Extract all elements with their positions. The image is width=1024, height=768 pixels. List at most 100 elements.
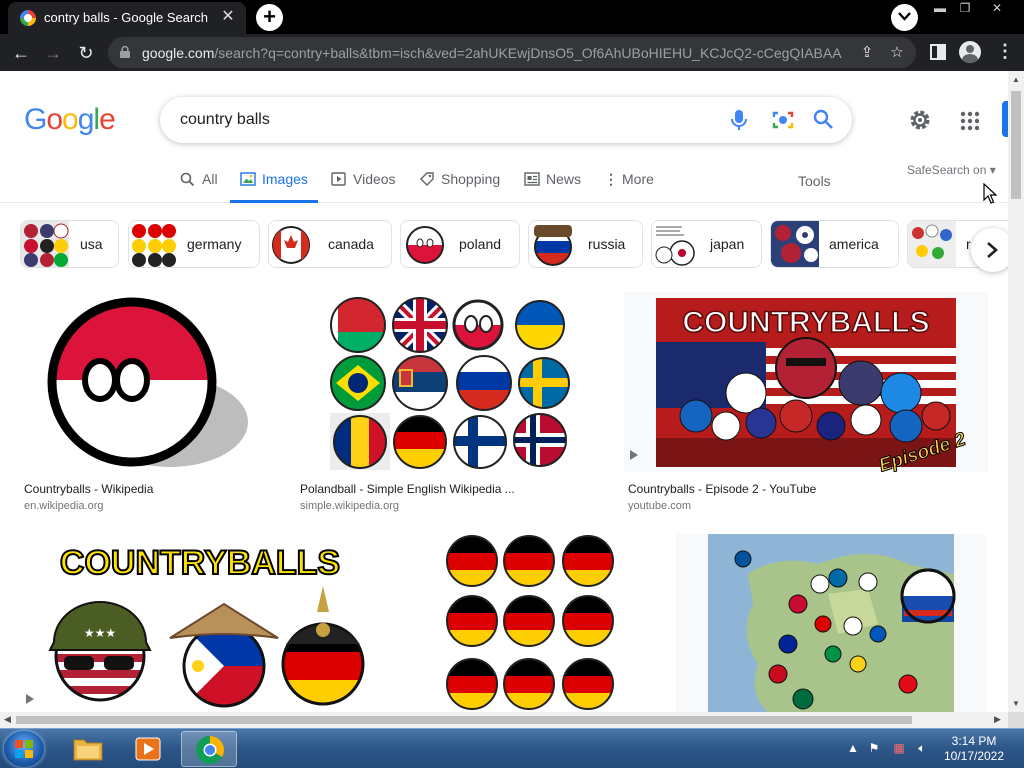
- restore-icon[interactable]: ❐: [951, 0, 979, 18]
- countryballs-banner-image: COUNTRYBALLS ★★★: [20, 534, 382, 712]
- safesearch-button[interactable]: SafeSearch on ▾: [907, 163, 996, 177]
- image-result-6[interactable]: [676, 534, 986, 712]
- chip-canada[interactable]: canada: [268, 220, 392, 268]
- chip-america[interactable]: america: [770, 220, 899, 268]
- google-images-page: Google country balls All Images Videos S…: [0, 71, 1008, 712]
- tab-videos[interactable]: Videos: [331, 171, 396, 203]
- result-title[interactable]: Polandball - Simple English Wikipedia ..…: [300, 482, 515, 496]
- system-clock[interactable]: 3:14 PM 10/17/2022: [935, 734, 1013, 764]
- result-thumbnail[interactable]: [402, 534, 656, 712]
- tab-more[interactable]: ⋮ More: [604, 171, 654, 203]
- chip-japan[interactable]: japan: [651, 220, 762, 268]
- side-panel-icon[interactable]: [928, 42, 948, 62]
- chip-label: germany: [187, 236, 242, 252]
- mouse-pointer-icon: [983, 183, 997, 204]
- country-balls-grid-image: [296, 292, 604, 472]
- result-source[interactable]: en.wikipedia.org: [24, 500, 104, 512]
- image-result-4[interactable]: COUNTRYBALLS ★★★: [20, 534, 382, 712]
- back-arrow-icon[interactable]: ←: [8, 40, 34, 66]
- vertical-scrollbar[interactable]: ▲ ▼: [1008, 71, 1024, 712]
- file-explorer-icon: [73, 739, 103, 761]
- dropdown-arrow-icon: ▾: [989, 163, 996, 177]
- chip-thumbnail: [269, 221, 317, 267]
- taskbar-chrome[interactable]: [181, 731, 237, 767]
- taskbar-explorer[interactable]: [60, 731, 116, 767]
- browser-menu-icon[interactable]: ⋮: [996, 41, 1014, 63]
- chip-poland[interactable]: poland: [400, 220, 520, 268]
- video-play-icon: [331, 172, 346, 186]
- episode-title-text: COUNTRYBALLS: [682, 306, 929, 339]
- reload-icon[interactable]: ↻: [73, 40, 99, 66]
- helmet-stars-icon: ★★★: [84, 626, 116, 640]
- tab-images[interactable]: Images: [230, 171, 318, 203]
- tag-icon: [420, 172, 434, 186]
- chrome-icon: [196, 736, 224, 764]
- image-result-2[interactable]: Polandball - Simple English Wikipedia ..…: [296, 292, 604, 517]
- bookmark-star-icon[interactable]: ☆: [888, 44, 906, 62]
- chip-thumbnail: [129, 221, 177, 267]
- horizontal-scrollbar[interactable]: ◀ ▶: [0, 712, 1008, 728]
- network-icon[interactable]: ▦: [891, 741, 907, 757]
- result-title[interactable]: Countryballs - Wikipedia: [24, 482, 153, 496]
- chip-usa[interactable]: usa: [20, 220, 119, 268]
- result-thumbnail[interactable]: [676, 534, 986, 712]
- result-title[interactable]: Countryballs - Episode 2 - YouTube: [628, 482, 816, 496]
- tab-news[interactable]: News: [524, 171, 581, 203]
- start-button[interactable]: [4, 731, 44, 767]
- image-result-3[interactable]: COUNTRYBALLS Episode 2 Countryballs - Ep…: [624, 292, 988, 517]
- taskbar-media-player[interactable]: [120, 731, 176, 767]
- microphone-icon[interactable]: [730, 109, 748, 131]
- scroll-left-arrow-icon[interactable]: ◀: [4, 714, 11, 725]
- chip-thumbnail: [21, 221, 69, 267]
- chips-next-button[interactable]: [971, 228, 1008, 272]
- tab-search-button[interactable]: [891, 4, 918, 31]
- close-window-icon[interactable]: ✕: [983, 0, 1011, 18]
- result-thumbnail[interactable]: [20, 292, 276, 472]
- banner-text: COUNTRYBALLS: [60, 544, 340, 582]
- tab-all[interactable]: All: [180, 171, 218, 203]
- minimize-icon[interactable]: ▬: [926, 0, 954, 18]
- browser-tab[interactable]: contry balls - Google Search ✕: [8, 2, 246, 34]
- result-source[interactable]: simple.wikipedia.org: [300, 500, 399, 512]
- image-result-5[interactable]: [402, 534, 656, 712]
- scroll-down-arrow-icon[interactable]: ▼: [1012, 699, 1020, 708]
- volume-icon[interactable]: 🔈︎: [914, 741, 930, 757]
- google-logo[interactable]: Google: [24, 103, 116, 137]
- windows-logo-icon: [15, 740, 33, 758]
- search-input[interactable]: country balls: [180, 111, 270, 129]
- action-center-icon[interactable]: ⚑: [866, 741, 882, 757]
- result-thumbnail[interactable]: [296, 292, 604, 472]
- camera-lens-icon[interactable]: [772, 109, 794, 131]
- chip-label: russia: [588, 236, 626, 252]
- horizontal-scroll-thumb[interactable]: [16, 716, 912, 724]
- new-tab-button[interactable]: +: [256, 4, 283, 31]
- search-submit-icon[interactable]: [812, 108, 834, 130]
- search-box[interactable]: country balls: [160, 97, 852, 143]
- forward-arrow-icon[interactable]: →: [40, 40, 66, 66]
- scroll-up-arrow-icon[interactable]: ▲: [1012, 75, 1020, 84]
- result-thumbnail[interactable]: COUNTRYBALLS Episode 2: [624, 292, 988, 472]
- share-icon[interactable]: ⇪: [858, 44, 876, 62]
- media-player-icon: [135, 737, 161, 761]
- show-hidden-icons-icon[interactable]: ▲: [845, 741, 861, 757]
- result-source[interactable]: youtube.com: [628, 500, 691, 512]
- close-tab-icon[interactable]: ✕: [218, 7, 238, 27]
- settings-gear-icon[interactable]: [908, 108, 932, 132]
- vertical-scroll-thumb[interactable]: [1011, 91, 1021, 199]
- scroll-right-arrow-icon[interactable]: ▶: [994, 714, 1001, 725]
- chip-germany[interactable]: germany: [128, 220, 260, 268]
- address-bar[interactable]: google.com/search?q=contry+balls&tbm=isc…: [108, 37, 916, 68]
- url-text: google.com/search?q=contry+balls&tbm=isc…: [142, 45, 842, 61]
- chip-thumbnail: [908, 221, 956, 267]
- tools-button[interactable]: Tools: [798, 173, 831, 189]
- tab-shopping[interactable]: Shopping: [419, 171, 500, 203]
- chip-russia[interactable]: russia: [528, 220, 643, 268]
- google-apps-grid-icon[interactable]: [960, 111, 980, 131]
- clock-time: 3:14 PM: [951, 734, 997, 748]
- chip-label: r: [966, 236, 971, 252]
- result-thumbnail[interactable]: COUNTRYBALLS ★★★: [20, 534, 382, 712]
- germany-balls-grid-image: [402, 534, 656, 712]
- profile-avatar-icon[interactable]: [959, 41, 981, 63]
- google-favicon-icon: [20, 10, 36, 26]
- image-result-1[interactable]: Countryballs - Wikipedia en.wikipedia.or…: [20, 292, 276, 517]
